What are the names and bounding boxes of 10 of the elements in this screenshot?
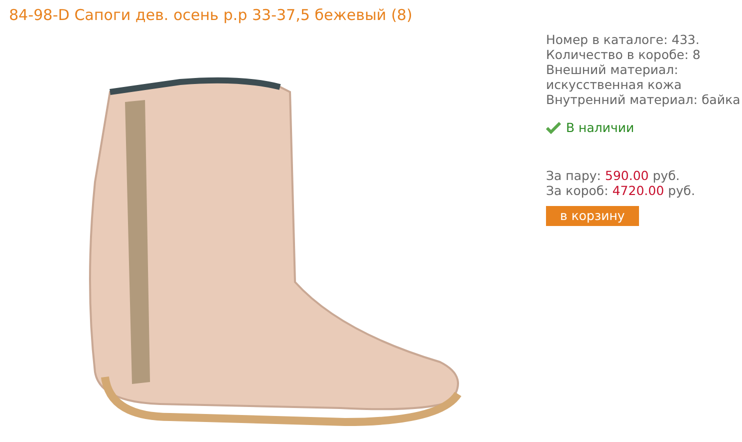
price-text: За короб: 4720.00 руб. — [546, 183, 696, 198]
spec-text: Номер в каталоге: 433. — [546, 32, 700, 47]
spec-text: Количество в коробе: 8 — [546, 47, 702, 62]
add-to-cart-button[interactable]: в корзину — [546, 206, 639, 226]
price-text: За пару: 590.00 руб. — [546, 168, 681, 183]
spec-text: Внутренний материал: байка — [546, 92, 742, 107]
spec-text: Внешний материал: искусственная кожа — [546, 62, 683, 92]
product-title: 84-98-D Сапоги дев. осень р.р 33-37,5 бежевый (8) — [8, 5, 414, 24]
check-icon — [546, 122, 561, 134]
availability-text: В наличии — [566, 120, 634, 135]
